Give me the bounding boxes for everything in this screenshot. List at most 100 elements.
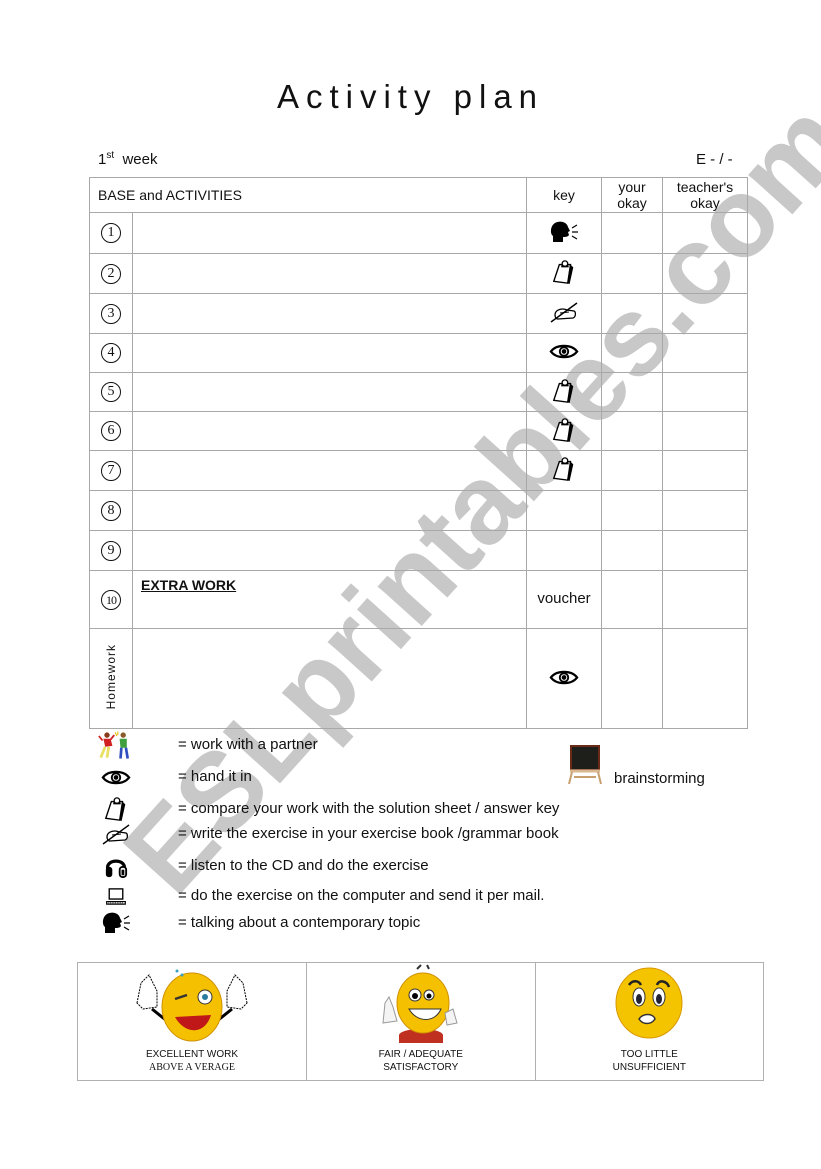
legend-item: = write the exercise in your exercise bo… [96, 821, 616, 847]
rating-excellent-line1: EXCELLENT WORK [145, 1049, 238, 1060]
extra-work-label: EXTRA WORK [141, 576, 237, 593]
rating-fair-line1: FAIR / ADEQUATE [378, 1049, 463, 1060]
your-okay-cell[interactable] [601, 293, 663, 334]
teachers-okay-cell[interactable] [662, 293, 748, 334]
your-okay-cell[interactable] [601, 530, 663, 571]
key-cell [526, 411, 602, 451]
eye-icon [549, 343, 579, 360]
activity-cell[interactable] [132, 212, 527, 254]
rating-scale: EXCELLENT WORK ABOVE A VERAGE FAIR / ADE… [77, 962, 765, 1081]
teachers-okay-cell[interactable] [662, 333, 748, 373]
activity-cell[interactable] [132, 253, 527, 294]
legend-item: = compare your work with the solution sh… [96, 796, 616, 822]
activity-cell[interactable]: EXTRA WORK [132, 570, 527, 629]
legend-icon [98, 910, 134, 936]
teachers-okay-cell[interactable] [662, 450, 748, 491]
activity-row: 6 [89, 411, 748, 451]
table-header-row: BASE and ACTIVITIES key your okay teache… [89, 177, 748, 213]
clipboard-icon [103, 796, 129, 822]
row-number: 6 [89, 411, 133, 451]
teachers-okay-cell[interactable] [662, 372, 748, 412]
worried-smiley-icon [615, 967, 683, 1039]
teachers-okay-cell[interactable] [662, 530, 748, 571]
rating-fair-line2: SATISFACTORY [383, 1062, 459, 1073]
circled-number: 3 [101, 303, 121, 324]
your-okay-cell[interactable] [601, 570, 663, 629]
circled-number: 7 [101, 460, 121, 481]
clipboard-icon [551, 378, 577, 404]
rating-fair: FAIR / ADEQUATE SATISFACTORY [305, 962, 536, 1081]
key-cell [526, 450, 602, 491]
legend-item: = hand it in [96, 764, 616, 790]
partners-icon [98, 729, 134, 761]
legend-item: = do the exercise on the computer and se… [96, 883, 616, 909]
legend-item: = talking about a contemporary topic [96, 910, 616, 936]
key-cell [526, 372, 602, 412]
homework-teachers-okay-cell[interactable] [662, 628, 748, 729]
your-okay-cell[interactable] [601, 253, 663, 294]
homework-activity-cell[interactable] [132, 628, 527, 729]
your-okay-cell[interactable] [601, 490, 663, 531]
row-number: 7 [89, 450, 133, 491]
teachers-okay-cell[interactable] [662, 212, 748, 254]
rating-insufficient-line2: UNSUFFICIENT [612, 1062, 686, 1073]
header-activities: BASE and ACTIVITIES [89, 177, 527, 213]
legend-text: = write the exercise in your exercise bo… [178, 825, 559, 842]
legend-text: = compare your work with the solution sh… [178, 800, 560, 817]
circled-number: 2 [101, 263, 121, 284]
activity-cell[interactable] [132, 450, 527, 491]
your-okay-cell[interactable] [601, 212, 663, 254]
activity-cell[interactable] [132, 530, 527, 571]
teachers-okay-cell[interactable] [662, 411, 748, 451]
writing-hand-icon [549, 301, 579, 323]
speaking-head-icon [101, 911, 131, 935]
legend-text: = listen to the CD and do the exercise [178, 857, 429, 874]
activity-row: 10 EXTRA WORK voucher [89, 570, 748, 629]
activity-cell[interactable] [132, 333, 527, 373]
homework-your-okay-cell[interactable] [601, 628, 663, 729]
writing-hand-icon [101, 823, 131, 845]
thumbs-up-wink-smiley-icon [136, 969, 248, 1042]
grinning-thumb-smiley-icon [382, 964, 458, 1043]
legend-icon [98, 883, 134, 909]
row-number: 9 [89, 530, 133, 571]
header-teachers-okay: teacher's okay [662, 177, 748, 213]
key-cell: voucher [526, 570, 602, 629]
header-key: key [526, 177, 602, 213]
legend-text: = do the exercise on the computer and se… [178, 887, 545, 904]
your-okay-cell[interactable] [601, 411, 663, 451]
activity-cell[interactable] [132, 411, 527, 451]
your-okay-cell[interactable] [601, 372, 663, 412]
legend-icon [98, 732, 134, 758]
homework-key-cell [526, 628, 602, 729]
homework-label: Homework [104, 644, 118, 710]
legend-icon [98, 764, 134, 790]
your-okay-cell[interactable] [601, 450, 663, 491]
key-cell [526, 530, 602, 571]
header-your-okay: your okay [601, 177, 663, 213]
your-okay-cell[interactable] [601, 333, 663, 373]
activity-row: 4 [89, 333, 748, 373]
teachers-okay-cell[interactable] [662, 570, 748, 629]
headphones-icon [104, 854, 128, 878]
activity-row: 1 [89, 212, 748, 254]
activity-cell[interactable] [132, 293, 527, 334]
activity-cell[interactable] [132, 490, 527, 531]
circled-number: 5 [101, 382, 121, 402]
brainstorming-label: brainstorming [614, 770, 705, 787]
clipboard-icon [551, 417, 577, 443]
teachers-okay-cell[interactable] [662, 490, 748, 531]
legend-text: = talking about a contemporary topic [178, 914, 421, 931]
key-cell [526, 333, 602, 373]
grade-field: E - / - [696, 151, 733, 168]
row-number: 10 [89, 570, 133, 629]
circled-number: 9 [101, 540, 121, 561]
circled-number: 1 [101, 223, 121, 243]
legend-item: = listen to the CD and do the exercise [96, 853, 616, 879]
row-number: 1 [89, 212, 133, 254]
eye-icon [101, 769, 131, 786]
teachers-okay-cell[interactable] [662, 253, 748, 294]
eye-icon [549, 669, 579, 686]
activity-cell[interactable] [132, 372, 527, 412]
week-label: 1st week [98, 150, 158, 168]
